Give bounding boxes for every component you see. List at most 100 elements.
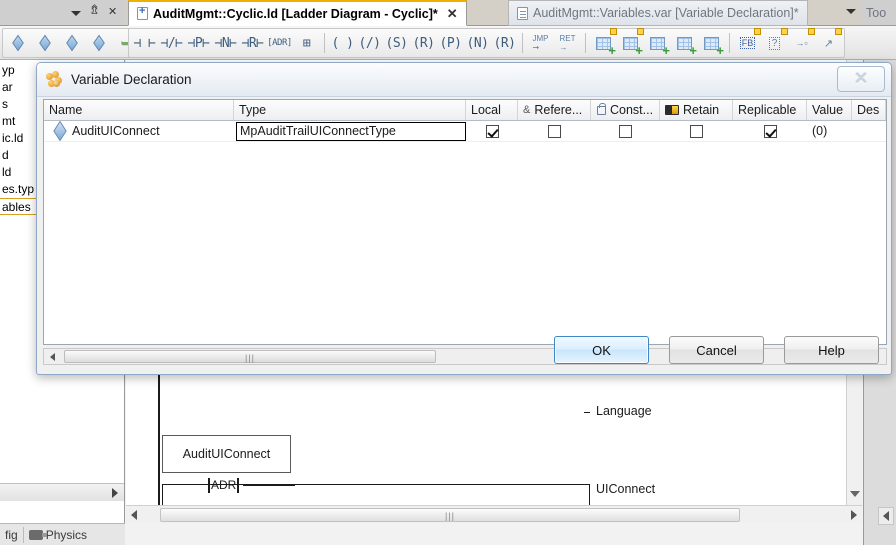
column-label: Retain: [683, 103, 720, 117]
scroll-left-icon[interactable]: [126, 507, 142, 523]
coil-set-icon[interactable]: (S): [384, 30, 409, 56]
scroll-left-icon[interactable]: [44, 349, 61, 364]
grip-icon: |||: [444, 510, 456, 521]
column-header-replicable[interactable]: Replicable: [733, 100, 807, 120]
column-header-name[interactable]: Name: [44, 100, 234, 120]
variable-document-icon: [517, 6, 528, 20]
column-header-retain[interactable]: Retain: [660, 100, 733, 120]
column-header-description[interactable]: Des: [852, 100, 886, 120]
divider: [522, 33, 523, 53]
column-header-local[interactable]: Local: [466, 100, 518, 120]
adr-operand[interactable]: ADR: [208, 478, 240, 493]
toolbar: ➥ ⊣ ⊢ ⊣/⊢ ⊣P⊢ ⊣N⊢ ⊣R⊢ [ADR] ⊞ ( ) (/) (S…: [0, 26, 896, 60]
reference-checkbox[interactable]: [548, 124, 561, 138]
tab-label: AuditMgmt::Cyclic.ld [Ladder Diagram - C…: [153, 6, 438, 21]
unknown-block-icon[interactable]: ?: [762, 28, 788, 56]
ok-button[interactable]: OK: [554, 336, 649, 364]
divider: [585, 33, 586, 53]
contact-nc-icon[interactable]: ⊣/⊢: [159, 30, 184, 56]
function-block-instance-name[interactable]: AuditUIConnect: [162, 435, 291, 473]
scrollbar-track[interactable]: |||: [142, 507, 846, 522]
cell-name[interactable]: AuditUIConnect: [44, 121, 234, 141]
coil-parallel-icon[interactable]: ⊞: [294, 30, 319, 56]
jump-icon[interactable]: JMP ➞: [528, 30, 553, 56]
cell-replicable[interactable]: [733, 121, 807, 141]
new-variable-icon[interactable]: [6, 30, 31, 56]
insert-row-icon[interactable]: +: [591, 28, 617, 57]
copy-variable-icon[interactable]: [60, 30, 85, 56]
tab-configuration[interactable]: fig: [0, 524, 23, 545]
variable-icon[interactable]: [33, 30, 58, 56]
retain-icon: [665, 105, 679, 115]
coil-negative-icon[interactable]: (N): [465, 30, 490, 56]
tab-variables-var[interactable]: AuditMgmt::Variables.var [Variable Decla…: [508, 0, 808, 26]
variable-cluster-icon: [45, 70, 63, 89]
return-icon[interactable]: RET →: [555, 30, 580, 56]
dialog-close-button[interactable]: ✕: [837, 66, 885, 92]
edit-variable-icon[interactable]: [87, 30, 112, 56]
column-label: Const...: [610, 103, 654, 117]
cell-retain[interactable]: [660, 121, 733, 141]
cell-reference[interactable]: [518, 121, 591, 141]
insert-cell-icon[interactable]: +: [699, 30, 724, 57]
scrollbar-thumb[interactable]: |||: [160, 507, 740, 522]
insert-branch-icon[interactable]: +: [618, 28, 644, 57]
column-header-constant[interactable]: Const...: [591, 100, 660, 120]
cell-type[interactable]: MpAuditTrailUIConnectType: [234, 121, 466, 141]
scroll-right-icon[interactable]: [112, 488, 118, 498]
tab-cyclic-ld[interactable]: AuditMgmt::Cyclic.ld [Ladder Diagram - C…: [128, 0, 467, 26]
function-block-icon[interactable]: FB: [735, 28, 761, 56]
ampersand-icon: &: [523, 104, 531, 116]
contact-rising-edge-icon[interactable]: ⊣R⊢: [240, 30, 265, 56]
jump-to-icon[interactable]: ↗: [816, 28, 842, 56]
contact-negative-icon[interactable]: ⊣N⊢: [213, 30, 238, 56]
grip-icon: |||: [244, 353, 256, 363]
retain-checkbox[interactable]: [690, 124, 703, 138]
connection-wire: [243, 485, 295, 486]
coil-positive-icon[interactable]: (P): [438, 30, 463, 56]
scroll-down-icon[interactable]: [850, 491, 860, 497]
coil-output-icon[interactable]: ( ): [330, 30, 355, 56]
close-icon[interactable]: [108, 5, 120, 19]
chevron-down-icon[interactable]: [70, 7, 82, 19]
tab-physics[interactable]: Physics: [24, 524, 92, 545]
insert-network-icon[interactable]: +: [645, 30, 670, 57]
contact-positive-icon[interactable]: ⊣P⊢: [186, 30, 211, 56]
table-row[interactable]: AuditUIConnect MpAuditTrailUIConnectType: [44, 121, 886, 142]
cell-local[interactable]: [466, 121, 518, 141]
cell-constant[interactable]: [591, 121, 660, 141]
coil-rising-edge-icon[interactable]: (R): [492, 30, 517, 56]
column-label: Value: [812, 103, 844, 117]
coil-negated-icon[interactable]: (/): [357, 30, 382, 56]
column-label: Refere...: [534, 103, 583, 117]
sidebar-bottom-tab-label: Physics: [45, 527, 88, 542]
local-checkbox[interactable]: [485, 124, 499, 138]
divider: [729, 33, 730, 53]
cancel-button[interactable]: Cancel: [669, 336, 764, 364]
variables-grid[interactable]: Name Type Local & Refere... Const... Ret…: [43, 99, 887, 345]
ladder-network[interactable]: AuditUIConnect ADR Language UIConnect: [126, 372, 862, 523]
help-button[interactable]: Help: [784, 336, 879, 364]
scrollbar-thumb[interactable]: |||: [64, 350, 436, 363]
contact-no-icon[interactable]: ⊣ ⊢: [132, 30, 157, 56]
tab-close-icon[interactable]: ✕: [447, 6, 458, 22]
pin-icon[interactable]: [89, 3, 101, 19]
cell-value[interactable]: (0): [807, 121, 852, 141]
replicable-checkbox[interactable]: [763, 124, 777, 138]
dialog-title-bar: Variable Declaration ✕: [37, 63, 891, 97]
column-header-value[interactable]: Value: [807, 100, 852, 120]
cell-description[interactable]: [852, 121, 886, 141]
catalog-scroll-left-icon[interactable]: [878, 507, 894, 525]
insert-grid-icon[interactable]: +: [672, 30, 697, 57]
dialog-title: Variable Declaration: [71, 72, 192, 87]
tab-overflow-chevron-icon[interactable]: [846, 9, 856, 14]
adr-element-icon[interactable]: [ADR]: [267, 30, 292, 56]
scroll-right-icon[interactable]: [846, 507, 862, 523]
coil-reset-icon[interactable]: (R): [411, 30, 436, 56]
column-header-reference[interactable]: & Refere...: [518, 100, 591, 120]
constant-checkbox[interactable]: [619, 124, 632, 138]
type-input[interactable]: MpAuditTrailUIConnectType: [236, 121, 466, 141]
input-pin-icon[interactable]: →▫: [789, 28, 815, 56]
column-header-type[interactable]: Type: [234, 100, 466, 120]
editor-horizontal-scrollbar[interactable]: |||: [126, 505, 862, 523]
